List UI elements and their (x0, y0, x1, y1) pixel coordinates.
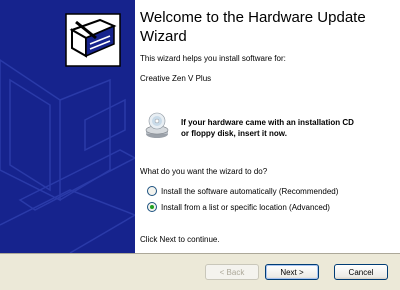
cd-drive-icon (145, 112, 169, 138)
radio-advanced[interactable] (147, 202, 157, 212)
cancel-button[interactable]: Cancel (334, 264, 388, 280)
hardware-wizard-icon (65, 13, 121, 67)
intro-text: This wizard helps you install software f… (140, 54, 286, 63)
wizard-content: Welcome to the Hardware Update Wizard Th… (135, 0, 400, 253)
footer-text: Click Next to continue. (140, 235, 220, 244)
device-name: Creative Zen V Plus (140, 74, 212, 83)
next-button[interactable]: Next > (265, 264, 319, 280)
option-automatic[interactable]: Install the software automatically (Reco… (147, 185, 338, 197)
radio-automatic[interactable] (147, 186, 157, 196)
option-advanced[interactable]: Install from a list or specific location… (147, 201, 330, 213)
cd-note-line-1: If your hardware came with an installati… (181, 118, 354, 127)
question-text: What do you want the wizard to do? (140, 167, 268, 176)
button-bar: < Back Next > Cancel (0, 253, 400, 290)
option-automatic-label: Install the software automatically (Reco… (161, 186, 339, 196)
wizard-sidebar-banner (0, 0, 135, 253)
wizard-title: Welcome to the Hardware Update Wizard (140, 9, 366, 45)
sidebar-art (0, 13, 135, 253)
option-advanced-label: Install from a list or specific location… (161, 202, 330, 212)
cd-note-line-2: or floppy disk, insert it now. (181, 129, 287, 138)
back-button[interactable]: < Back (205, 264, 259, 280)
